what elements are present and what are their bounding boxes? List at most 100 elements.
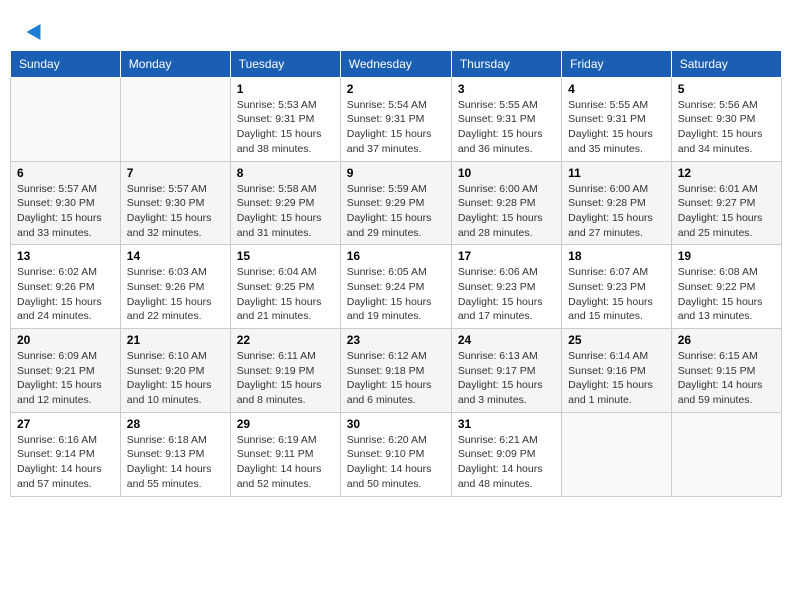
day-number: 8	[237, 166, 334, 180]
calendar-cell: 14 Sunrise: 6:03 AMSunset: 9:26 PMDayligh…	[120, 245, 230, 329]
calendar-cell: 13 Sunrise: 6:02 AMSunset: 9:26 PMDayligh…	[11, 245, 121, 329]
day-info: Sunrise: 5:54 AMSunset: 9:31 PMDaylight:…	[347, 98, 445, 157]
day-info: Sunrise: 5:57 AMSunset: 9:30 PMDaylight:…	[127, 182, 224, 241]
calendar-cell: 21 Sunrise: 6:10 AMSunset: 9:20 PMDayligh…	[120, 329, 230, 413]
day-info: Sunrise: 6:21 AMSunset: 9:09 PMDaylight:…	[458, 433, 555, 492]
day-number: 16	[347, 249, 445, 263]
day-info: Sunrise: 5:55 AMSunset: 9:31 PMDaylight:…	[458, 98, 555, 157]
day-info: Sunrise: 5:56 AMSunset: 9:30 PMDaylight:…	[678, 98, 775, 157]
calendar-cell: 2 Sunrise: 5:54 AMSunset: 9:31 PMDaylight…	[340, 77, 451, 161]
calendar-cell: 27 Sunrise: 6:16 AMSunset: 9:14 PMDayligh…	[11, 412, 121, 496]
day-info: Sunrise: 6:09 AMSunset: 9:21 PMDaylight:…	[17, 349, 114, 408]
day-info: Sunrise: 6:12 AMSunset: 9:18 PMDaylight:…	[347, 349, 445, 408]
day-number: 4	[568, 82, 665, 96]
calendar-cell: 24 Sunrise: 6:13 AMSunset: 9:17 PMDayligh…	[451, 329, 561, 413]
weekday-header-wednesday: Wednesday	[340, 50, 451, 77]
calendar-cell: 28 Sunrise: 6:18 AMSunset: 9:13 PMDayligh…	[120, 412, 230, 496]
day-info: Sunrise: 6:08 AMSunset: 9:22 PMDaylight:…	[678, 265, 775, 324]
calendar-cell: 9Sunrise: 5:59 AMSunset: 9:29 PMDaylight…	[340, 161, 451, 245]
calendar-cell: 29Sunrise: 6:19 AMSunset: 9:11 PMDayligh…	[230, 412, 340, 496]
calendar-cell: 4 Sunrise: 5:55 AMSunset: 9:31 PMDaylight…	[562, 77, 672, 161]
day-info: Sunrise: 6:14 AMSunset: 9:16 PMDaylight:…	[568, 349, 665, 408]
day-number: 20	[17, 333, 114, 347]
day-info: Sunrise: 6:07 AMSunset: 9:23 PMDaylight:…	[568, 265, 665, 324]
day-number: 21	[127, 333, 224, 347]
day-number: 18	[568, 249, 665, 263]
day-number: 17	[458, 249, 555, 263]
day-info: Sunrise: 6:15 AMSunset: 9:15 PMDaylight:…	[678, 349, 775, 408]
day-number: 30	[347, 417, 445, 431]
calendar-cell	[671, 412, 781, 496]
day-info: Sunrise: 5:58 AMSunset: 9:29 PMDaylight:…	[237, 182, 334, 241]
calendar-week-row: 6 Sunrise: 5:57 AMSunset: 9:30 PMDaylight…	[11, 161, 782, 245]
calendar-cell: 30 Sunrise: 6:20 AMSunset: 9:10 PMDayligh…	[340, 412, 451, 496]
calendar-cell: 10 Sunrise: 6:00 AMSunset: 9:28 PMDayligh…	[451, 161, 561, 245]
calendar-cell: 17 Sunrise: 6:06 AMSunset: 9:23 PMDayligh…	[451, 245, 561, 329]
calendar-cell: 18 Sunrise: 6:07 AMSunset: 9:23 PMDayligh…	[562, 245, 672, 329]
day-number: 3	[458, 82, 555, 96]
day-info: Sunrise: 6:00 AMSunset: 9:28 PMDaylight:…	[458, 182, 555, 241]
day-number: 28	[127, 417, 224, 431]
day-number: 7	[127, 166, 224, 180]
day-info: Sunrise: 6:19 AMSunset: 9:11 PMDaylight:…	[237, 433, 334, 492]
day-number: 5	[678, 82, 775, 96]
day-number: 10	[458, 166, 555, 180]
day-info: Sunrise: 5:55 AMSunset: 9:31 PMDaylight:…	[568, 98, 665, 157]
weekday-header-saturday: Saturday	[671, 50, 781, 77]
day-info: Sunrise: 6:13 AMSunset: 9:17 PMDaylight:…	[458, 349, 555, 408]
day-info: Sunrise: 6:20 AMSunset: 9:10 PMDaylight:…	[347, 433, 445, 492]
day-info: Sunrise: 6:05 AMSunset: 9:24 PMDaylight:…	[347, 265, 445, 324]
day-number: 14	[127, 249, 224, 263]
day-info: Sunrise: 6:16 AMSunset: 9:14 PMDaylight:…	[17, 433, 114, 492]
calendar-cell: 31 Sunrise: 6:21 AMSunset: 9:09 PMDayligh…	[451, 412, 561, 496]
day-number: 31	[458, 417, 555, 431]
calendar-cell: 3 Sunrise: 5:55 AMSunset: 9:31 PMDaylight…	[451, 77, 561, 161]
weekday-header-friday: Friday	[562, 50, 672, 77]
day-number: 6	[17, 166, 114, 180]
day-number: 27	[17, 417, 114, 431]
day-info: Sunrise: 6:18 AMSunset: 9:13 PMDaylight:…	[127, 433, 224, 492]
day-number: 19	[678, 249, 775, 263]
day-number: 11	[568, 166, 665, 180]
day-info: Sunrise: 6:10 AMSunset: 9:20 PMDaylight:…	[127, 349, 224, 408]
day-number: 12	[678, 166, 775, 180]
calendar-cell	[11, 77, 121, 161]
day-number: 24	[458, 333, 555, 347]
calendar-week-row: 13 Sunrise: 6:02 AMSunset: 9:26 PMDayligh…	[11, 245, 782, 329]
calendar-cell: 26 Sunrise: 6:15 AMSunset: 9:15 PMDayligh…	[671, 329, 781, 413]
calendar-cell: 22 Sunrise: 6:11 AMSunset: 9:19 PMDayligh…	[230, 329, 340, 413]
calendar-cell: 7 Sunrise: 5:57 AMSunset: 9:30 PMDaylight…	[120, 161, 230, 245]
weekday-header-thursday: Thursday	[451, 50, 561, 77]
day-number: 2	[347, 82, 445, 96]
day-number: 13	[17, 249, 114, 263]
calendar-cell: 6 Sunrise: 5:57 AMSunset: 9:30 PMDaylight…	[11, 161, 121, 245]
day-info: Sunrise: 5:53 AMSunset: 9:31 PMDaylight:…	[237, 98, 334, 157]
calendar-cell: 19 Sunrise: 6:08 AMSunset: 9:22 PMDayligh…	[671, 245, 781, 329]
weekday-header-sunday: Sunday	[11, 50, 121, 77]
calendar-cell: 20 Sunrise: 6:09 AMSunset: 9:21 PMDayligh…	[11, 329, 121, 413]
page-header	[10, 10, 782, 45]
day-number: 15	[237, 249, 334, 263]
logo-icon	[27, 20, 48, 40]
calendar-cell: 23 Sunrise: 6:12 AMSunset: 9:18 PMDayligh…	[340, 329, 451, 413]
day-number: 23	[347, 333, 445, 347]
calendar-cell: 25Sunrise: 6:14 AMSunset: 9:16 PMDayligh…	[562, 329, 672, 413]
calendar-week-row: 20 Sunrise: 6:09 AMSunset: 9:21 PMDayligh…	[11, 329, 782, 413]
calendar-cell: 16 Sunrise: 6:05 AMSunset: 9:24 PMDayligh…	[340, 245, 451, 329]
calendar-cell	[562, 412, 672, 496]
day-number: 22	[237, 333, 334, 347]
day-number: 9	[347, 166, 445, 180]
day-info: Sunrise: 6:01 AMSunset: 9:27 PMDaylight:…	[678, 182, 775, 241]
day-number: 26	[678, 333, 775, 347]
calendar-cell: 11Sunrise: 6:00 AMSunset: 9:28 PMDayligh…	[562, 161, 672, 245]
day-info: Sunrise: 6:04 AMSunset: 9:25 PMDaylight:…	[237, 265, 334, 324]
day-info: Sunrise: 6:06 AMSunset: 9:23 PMDaylight:…	[458, 265, 555, 324]
calendar-cell: 1 Sunrise: 5:53 AMSunset: 9:31 PMDaylight…	[230, 77, 340, 161]
weekday-header-tuesday: Tuesday	[230, 50, 340, 77]
day-info: Sunrise: 6:03 AMSunset: 9:26 PMDaylight:…	[127, 265, 224, 324]
day-info: Sunrise: 6:11 AMSunset: 9:19 PMDaylight:…	[237, 349, 334, 408]
day-info: Sunrise: 6:02 AMSunset: 9:26 PMDaylight:…	[17, 265, 114, 324]
calendar-week-row: 1 Sunrise: 5:53 AMSunset: 9:31 PMDaylight…	[11, 77, 782, 161]
day-info: Sunrise: 5:57 AMSunset: 9:30 PMDaylight:…	[17, 182, 114, 241]
day-number: 1	[237, 82, 334, 96]
